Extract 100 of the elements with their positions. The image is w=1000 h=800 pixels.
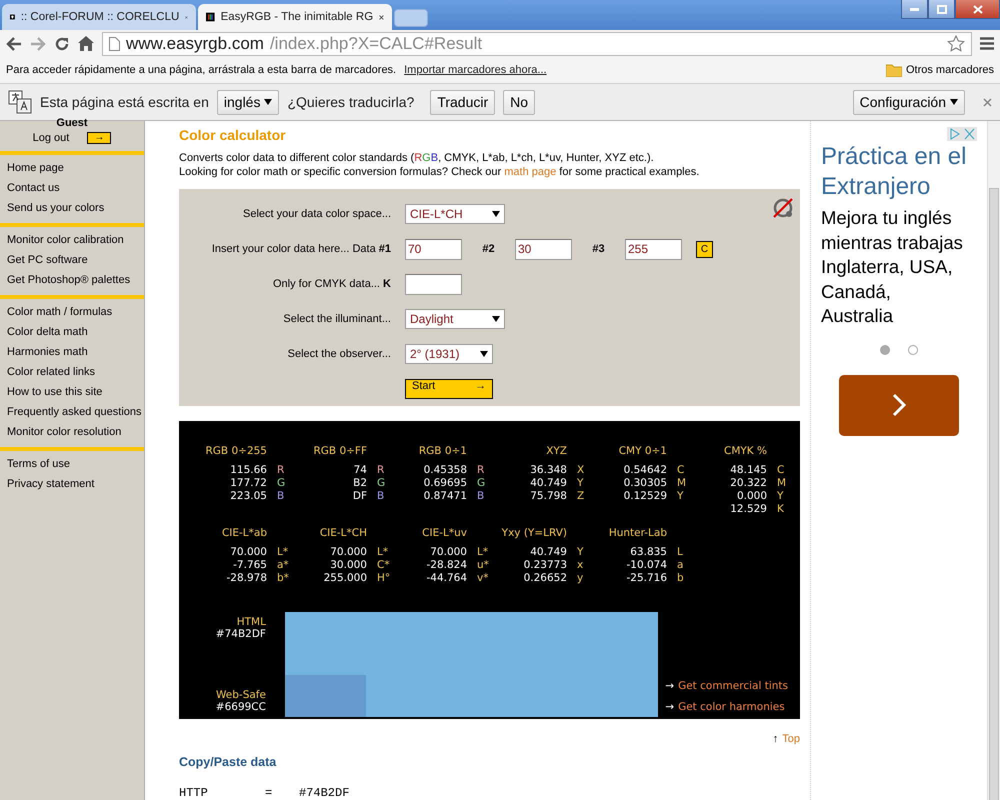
result-value: 0.12529: [622, 490, 667, 502]
result-value: 36.348: [529, 464, 567, 476]
chevron-icon: [891, 392, 907, 418]
result-value: 0.000: [736, 490, 767, 502]
reload-icon[interactable]: [54, 36, 70, 52]
carousel-dot[interactable]: [880, 344, 890, 354]
unit-label: R: [377, 464, 386, 476]
result-value: -7.765: [232, 559, 267, 571]
column-header: CIE-L*uv: [421, 527, 467, 539]
browser-tab[interactable]: :: Corel-FORUM :: CORELCLU: [2, 4, 196, 30]
carousel-dot[interactable]: [908, 344, 918, 354]
import-bookmarks-link[interactable]: Importar marcadores ahora...: [404, 64, 547, 76]
result-value: 75.798: [529, 490, 567, 502]
settings-dropdown[interactable]: Configuración: [852, 90, 965, 114]
field-label: #3: [591, 243, 606, 256]
result-value: -28.978: [225, 572, 267, 584]
input-field[interactable]: [405, 274, 462, 295]
column-header: RGB 0÷1: [418, 445, 467, 457]
column-header: RGB 0÷FF: [312, 445, 367, 457]
result-value: 0.30305: [622, 477, 667, 489]
unit-label: v*: [477, 572, 490, 584]
logout-button[interactable]: →: [87, 132, 112, 144]
result-value: 177.72: [229, 477, 267, 489]
close-icon[interactable]: [379, 12, 384, 22]
back-icon[interactable]: [6, 36, 22, 50]
dropdown-caret-icon: [492, 316, 500, 322]
color-link[interactable]: → Get commercial tints: [665, 680, 788, 692]
dropdown[interactable]: 2° (1931): [405, 344, 493, 364]
result-value: 40.749: [529, 477, 567, 489]
maximize-button[interactable]: [928, 0, 955, 19]
column-header: CIE-L*CH: [318, 527, 367, 539]
result-value: 0.69695: [422, 477, 467, 489]
logout-link[interactable]: Log out: [32, 132, 70, 144]
result-value: 70.000: [329, 546, 367, 558]
no-button[interactable]: No: [503, 90, 536, 114]
result-value: 20.322: [729, 477, 767, 489]
result-value: 63.835: [629, 546, 667, 558]
unit-label: L*: [377, 546, 390, 558]
unit-label: C: [777, 464, 786, 476]
input-field[interactable]: 70: [405, 238, 462, 260]
hex-value: #6699CC: [216, 701, 266, 713]
menu-icon[interactable]: [980, 37, 994, 50]
address-bar[interactable]: www.easyrgb.com /index.php?X=CALC#Result: [102, 32, 972, 56]
top-link[interactable]: ↑ Top: [772, 733, 800, 745]
column-header: RGB 0÷255: [204, 445, 267, 457]
unit-label: L*: [477, 546, 490, 558]
clear-button[interactable]: C: [696, 240, 713, 258]
unit-label: G: [277, 477, 286, 489]
color-link[interactable]: → Get color harmonies: [665, 701, 788, 713]
language-dropdown[interactable]: inglés: [216, 90, 280, 114]
other-bookmarks[interactable]: Otros marcadores: [886, 64, 994, 76]
unit-label: B: [277, 490, 286, 502]
dropdown-caret-icon: [492, 211, 500, 218]
browser-tab[interactable]: EasyRGB - The inimitable RG: [198, 4, 392, 30]
result-value: 70.000: [229, 546, 267, 558]
dropdown[interactable]: Daylight: [405, 308, 505, 329]
unit-label: x: [577, 559, 584, 571]
unit-label: B: [377, 490, 386, 502]
column-header: CIE-L*ab: [220, 527, 267, 539]
column-header: Hunter-Lab: [608, 527, 667, 539]
column-header: CMY 0÷1: [618, 445, 667, 457]
minimize-button[interactable]: [901, 0, 928, 19]
unit-label: a: [677, 559, 684, 571]
result-value: 0.26652: [522, 572, 567, 584]
result-value: 40.749: [529, 546, 567, 558]
user-name: Guest: [56, 117, 88, 129]
home-icon[interactable]: [78, 36, 94, 51]
close-window-button[interactable]: [955, 0, 1000, 19]
unit-label: G: [477, 477, 486, 489]
result-value: 223.05: [229, 490, 267, 502]
unit-label: Y: [577, 546, 584, 558]
dropdown-caret-icon: [480, 350, 488, 357]
start-button[interactable]: Start →: [405, 378, 493, 399]
unit-label: B: [477, 490, 486, 502]
result-value: 48.145: [729, 464, 767, 476]
unit-label: R: [277, 464, 286, 476]
unit-label: G: [377, 477, 386, 489]
unit-label: y: [577, 572, 584, 584]
swatch-label: HTML: [236, 616, 266, 628]
translate-button[interactable]: Traducir: [430, 90, 496, 114]
intro-text: Looking for color math or specific conversion formulas? Check our math page for some practical examples.: [179, 165, 700, 179]
result-value: -28.824: [425, 559, 467, 571]
star-icon[interactable]: [947, 35, 965, 52]
result-value: B2: [352, 477, 367, 489]
dropdown[interactable]: CIE-L*CH: [405, 204, 505, 224]
field-label: Select the illuminant...: [282, 312, 392, 325]
unit-label: K: [777, 503, 785, 515]
input-field[interactable]: 255: [625, 238, 682, 260]
swatch-label: Web-Safe: [216, 689, 266, 701]
result-value: -10.074: [625, 559, 667, 571]
unit-label: Y: [577, 477, 584, 489]
ad-next-button[interactable]: [839, 374, 959, 436]
input-field[interactable]: 30: [515, 238, 572, 260]
bookmarks-hint: Para acceder rápidamente a una página, arrástrala a esta barra de marcadores.: [6, 64, 396, 76]
no-symbol-icon[interactable]: [772, 197, 794, 219]
result-value: 70.000: [429, 546, 467, 558]
unit-label: H°: [377, 572, 392, 584]
unit-label: Z: [577, 490, 586, 502]
unit-label: b: [677, 572, 685, 584]
result-value: 74: [352, 464, 367, 476]
